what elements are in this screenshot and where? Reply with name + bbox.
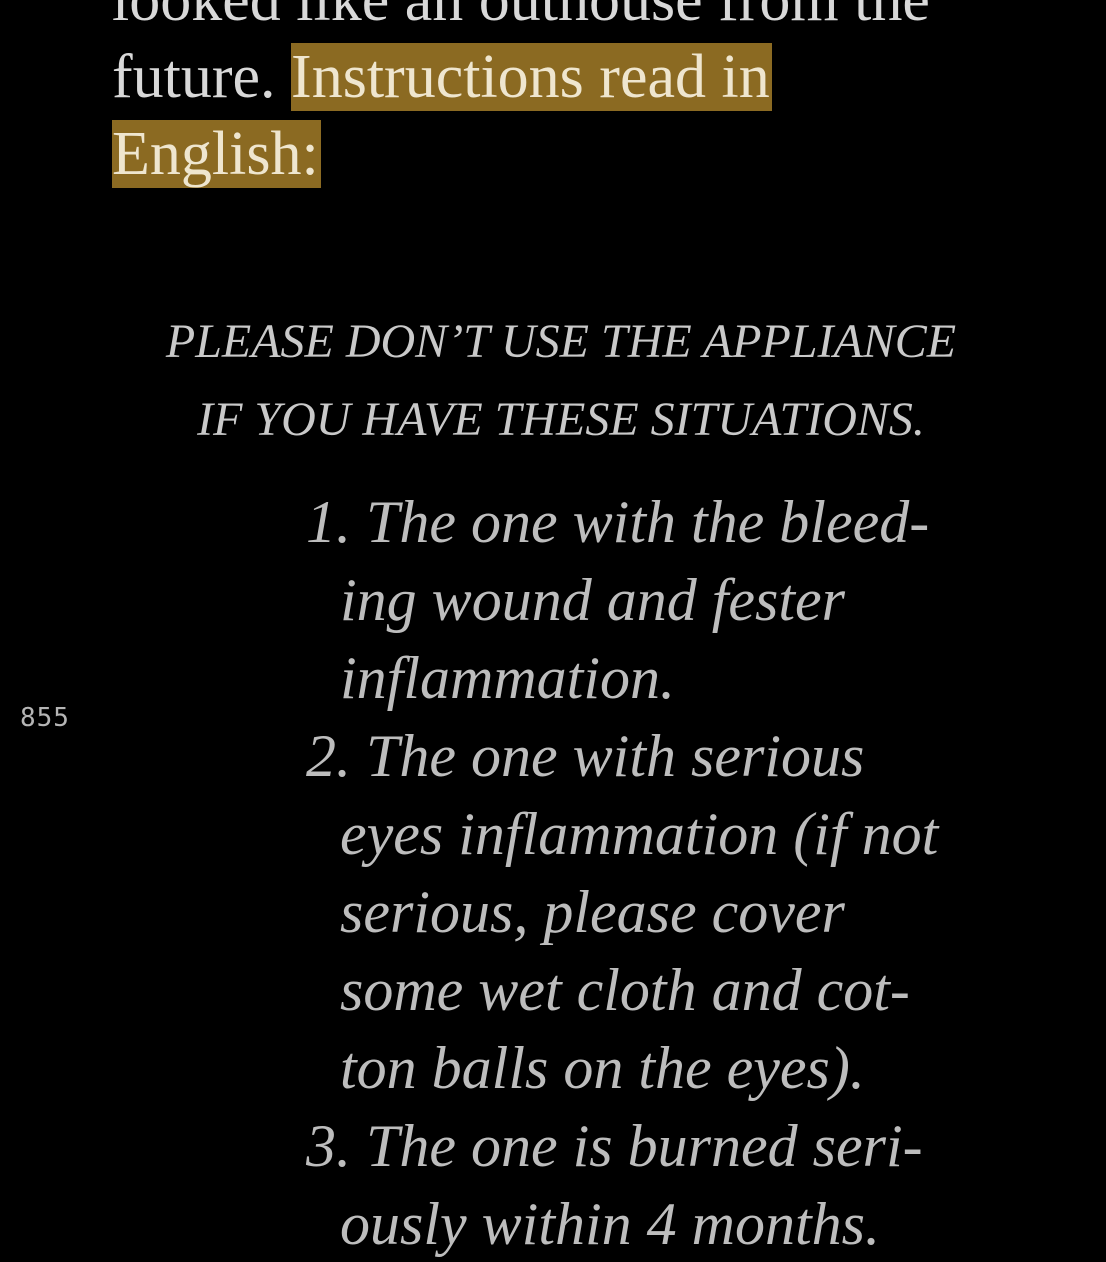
list-item-line: inflammation. — [340, 645, 676, 711]
paragraph-line: future. Instructions read in — [112, 39, 1012, 116]
list-item-number: 1. — [306, 489, 351, 555]
paragraph-line-partial: looked like an outhouse from the — [112, 0, 930, 34]
list-item-line: serious, please cover — [340, 879, 845, 945]
highlight-annotation[interactable]: Instructions read in — [291, 43, 772, 111]
list-item-line: ously within 4 months. — [340, 1191, 881, 1257]
list-item-line: ing wound and fester — [340, 567, 845, 633]
list-item-number: 2. — [306, 723, 351, 789]
list-item-line: 3. The one is burned seri- — [306, 1107, 1066, 1185]
list-item-text: The one with serious — [366, 723, 865, 789]
notice-line: PLEASE DON’T USE THE APPLIANCE — [165, 315, 957, 368]
list-item: 1. The one with the bleed- ing wound and… — [306, 483, 1066, 717]
instruction-list: 1. The one with the bleed- ing wound and… — [306, 483, 1066, 1262]
list-item: 2. The one with serious eyes inflammatio… — [306, 717, 1066, 1107]
list-item-line: some wet cloth and cot- — [340, 957, 910, 1023]
list-item: 3. The one is burned seri- ously within … — [306, 1107, 1066, 1262]
list-item-text: The one with the bleed- — [366, 489, 930, 555]
list-item-line: ton balls on the eyes). — [340, 1035, 865, 1101]
highlight-annotation[interactable]: English: — [112, 120, 321, 188]
list-item-line: 2. The one with serious — [306, 717, 1066, 795]
list-item-text: The one is burned seri- — [366, 1113, 923, 1179]
notice-line: IF YOU HAVE THESE SITUATIONS. — [197, 393, 925, 446]
paragraph-line: English: — [112, 116, 1012, 193]
page-number: 855 — [20, 703, 70, 733]
body-paragraph[interactable]: looked like an outhouse from the future.… — [112, 0, 1012, 193]
paragraph-text: future. — [112, 43, 276, 111]
list-item-line: 1. The one with the bleed- — [306, 483, 1066, 561]
list-item-number: 3. — [306, 1113, 351, 1179]
list-item-line: eyes inflammation (if not — [340, 801, 939, 867]
reader-page[interactable]: looked like an outhouse from the future.… — [0, 0, 1106, 1262]
